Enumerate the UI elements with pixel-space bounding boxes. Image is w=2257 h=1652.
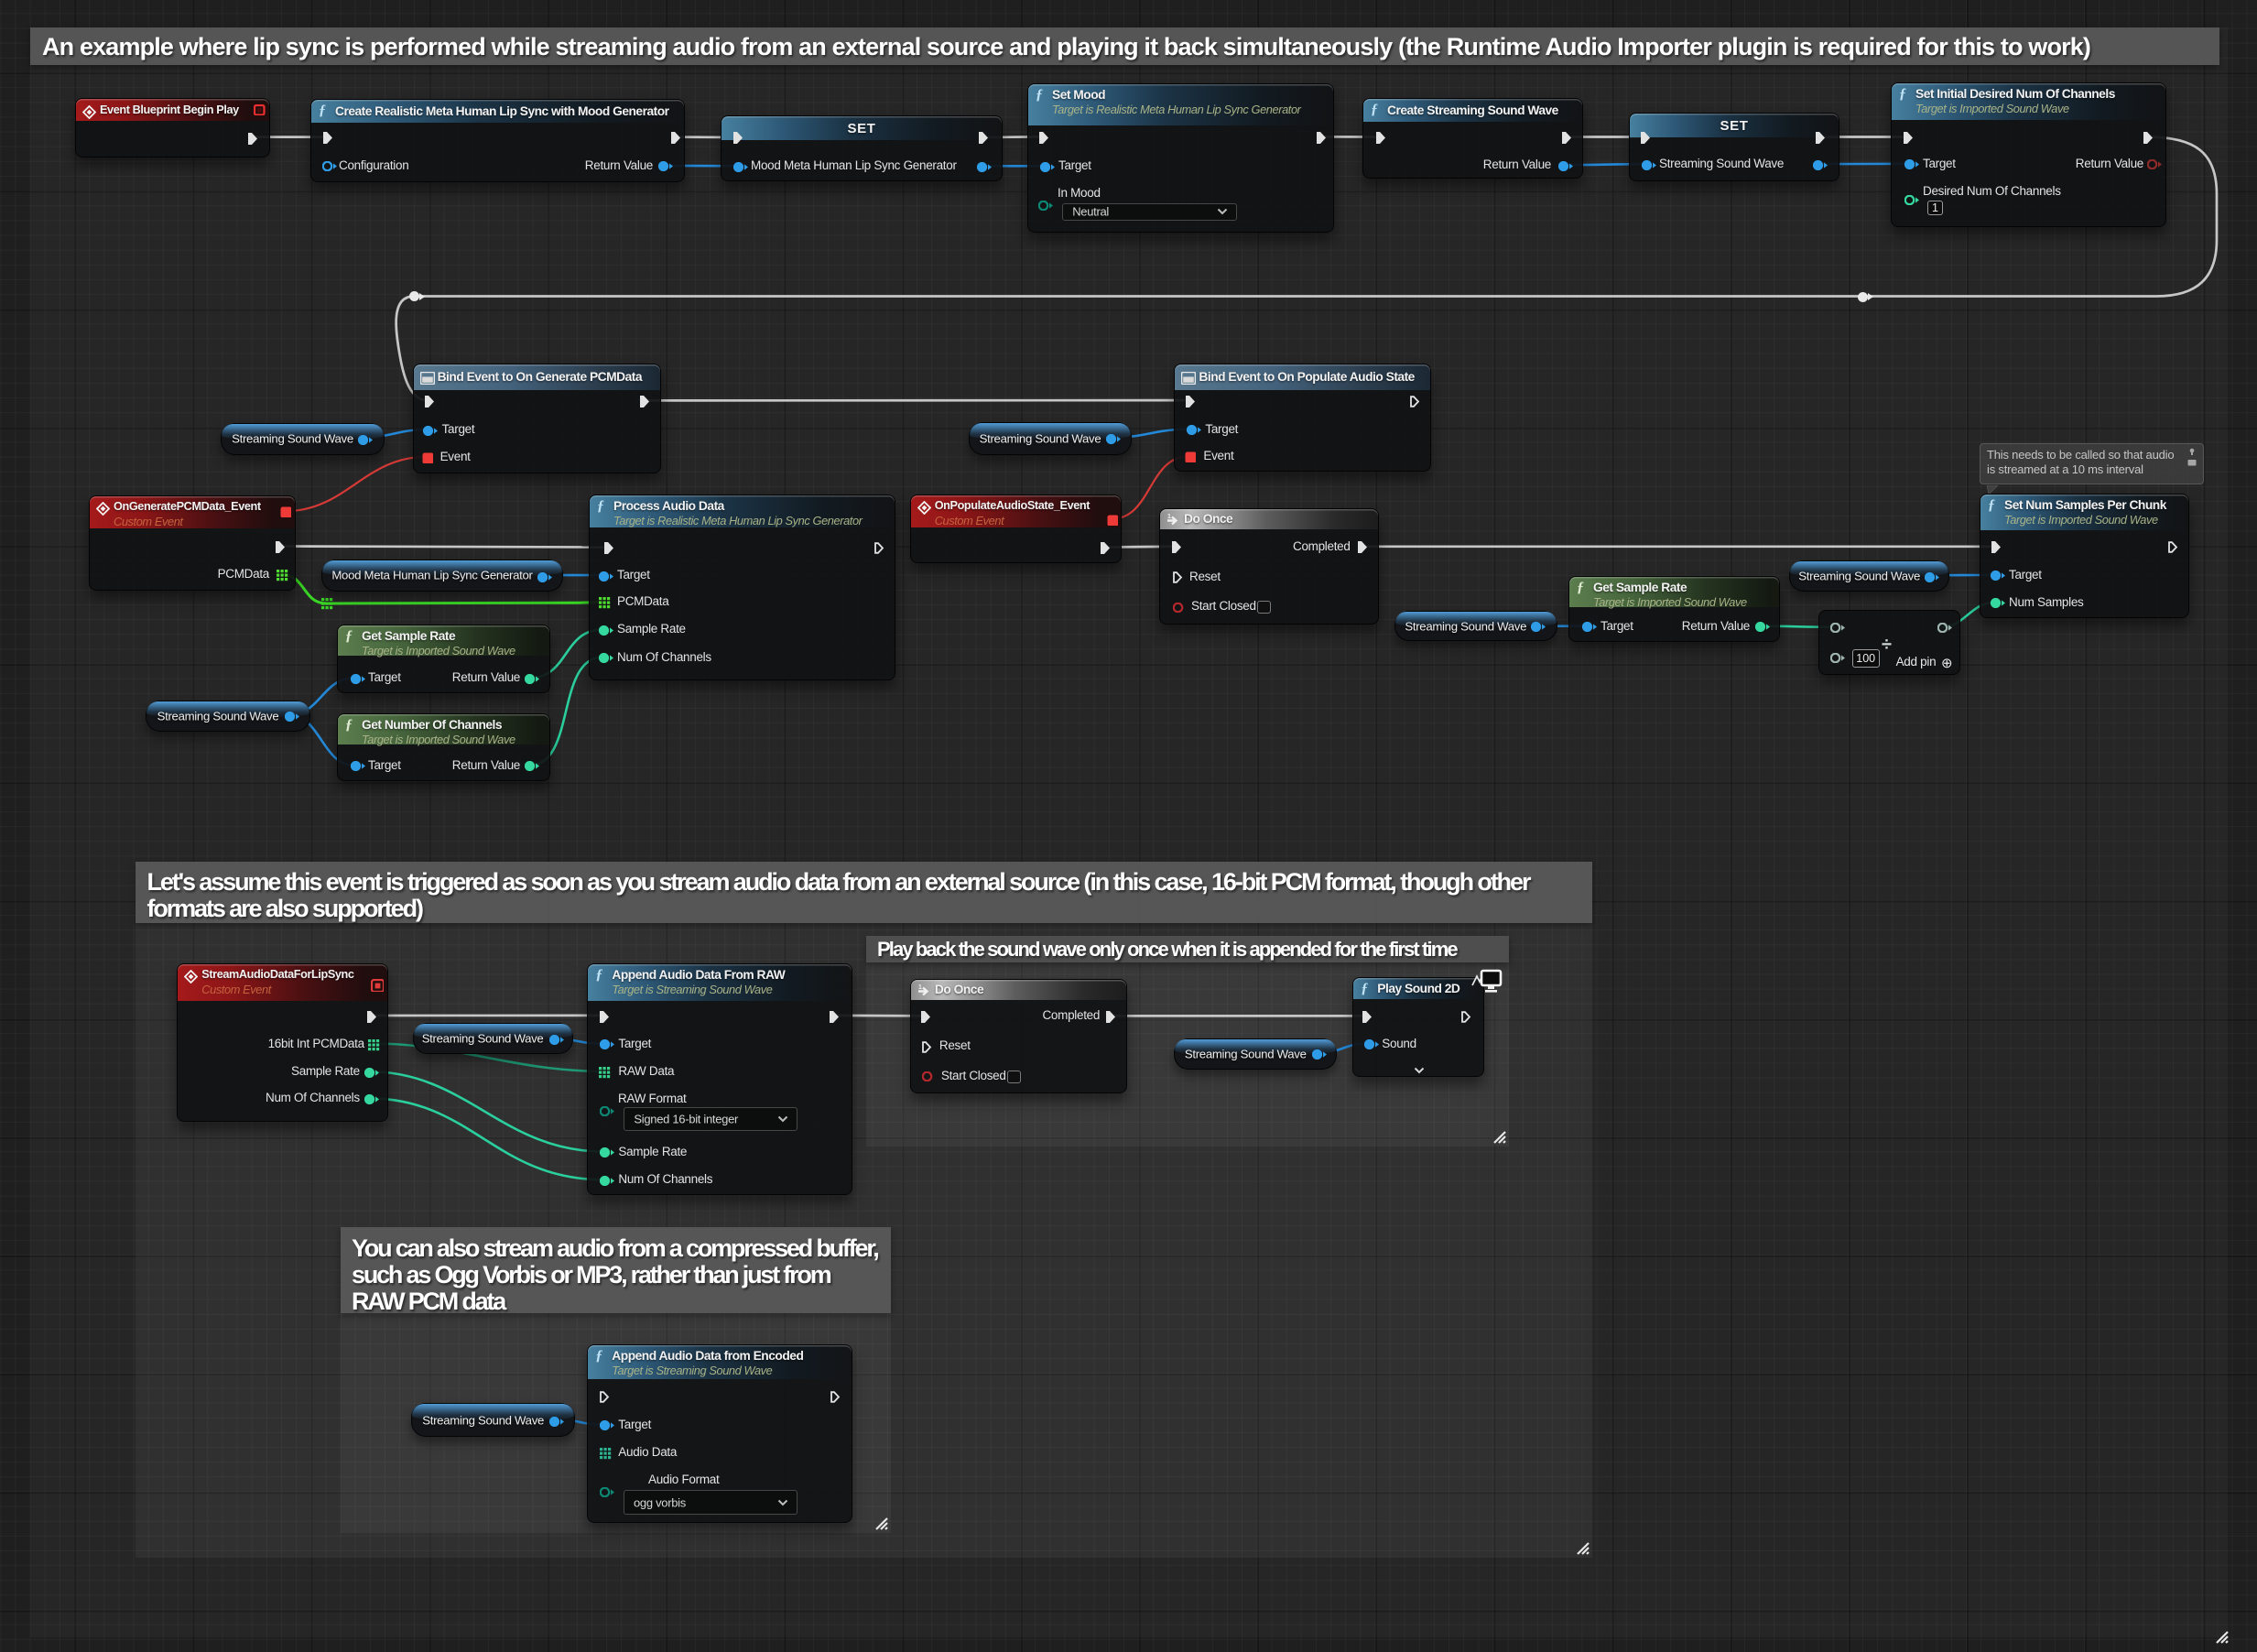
svg-text:1: 1 — [1167, 514, 1171, 520]
svg-text:1: 1 — [918, 984, 922, 991]
